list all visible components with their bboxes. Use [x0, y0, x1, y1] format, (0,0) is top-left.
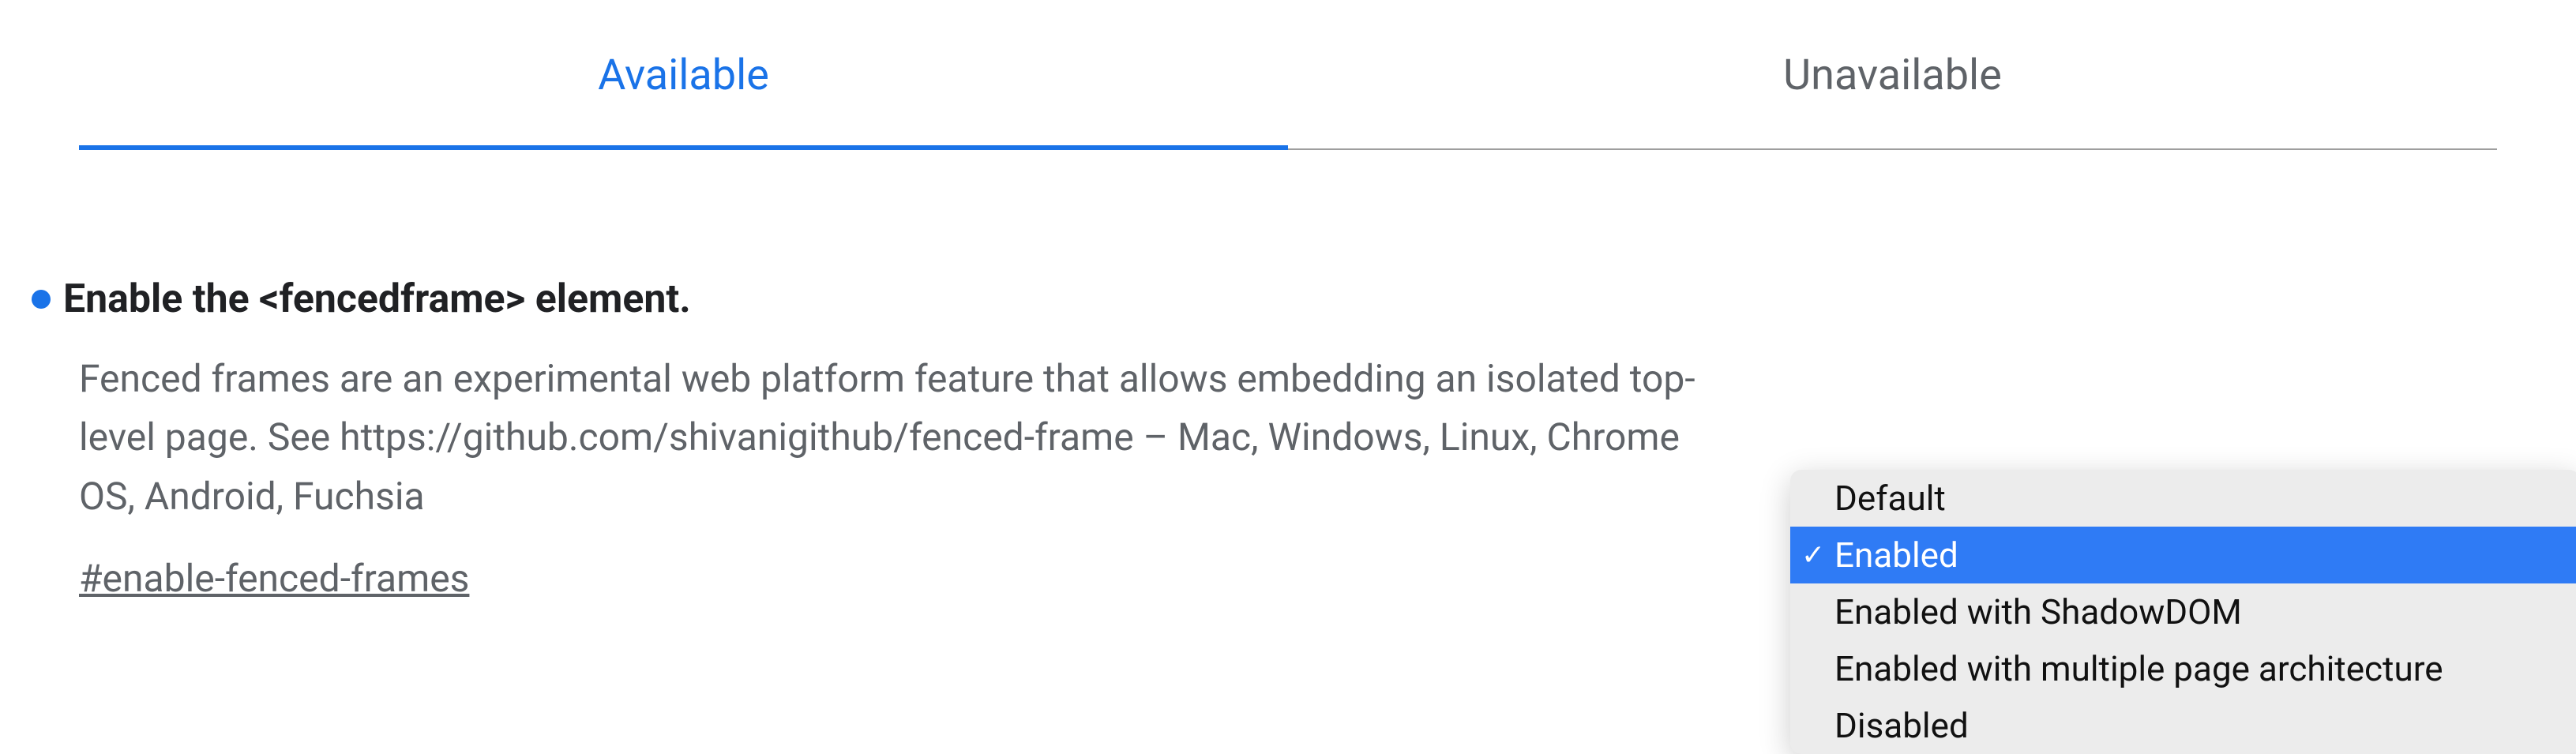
- flag-description: Fenced frames are an experimental web pl…: [79, 350, 1737, 526]
- tab-unavailable[interactable]: Unavailable: [1288, 0, 2497, 150]
- tab-available[interactable]: Available: [79, 0, 1288, 150]
- flag-title: Enable the <fencedframe> element.: [63, 276, 691, 322]
- dropdown-option-multiple-page[interactable]: Enabled with multiple page architecture: [1790, 640, 2576, 697]
- tab-bar: Available Unavailable: [79, 0, 2497, 150]
- dropdown-option-shadowdom[interactable]: Enabled with ShadowDOM: [1790, 583, 2576, 640]
- flag-dropdown[interactable]: Default Enabled Enabled with ShadowDOM E…: [1790, 470, 2576, 754]
- dropdown-option-enabled[interactable]: Enabled: [1790, 527, 2576, 583]
- dropdown-option-disabled[interactable]: Disabled: [1790, 697, 2576, 754]
- flag-hash-link[interactable]: #enable-fenced-frames: [79, 556, 469, 601]
- flag-entry: Enable the <fencedframe> element. Fenced…: [32, 150, 2544, 601]
- dropdown-option-default[interactable]: Default: [1790, 470, 2576, 527]
- modified-indicator-icon: [32, 290, 51, 309]
